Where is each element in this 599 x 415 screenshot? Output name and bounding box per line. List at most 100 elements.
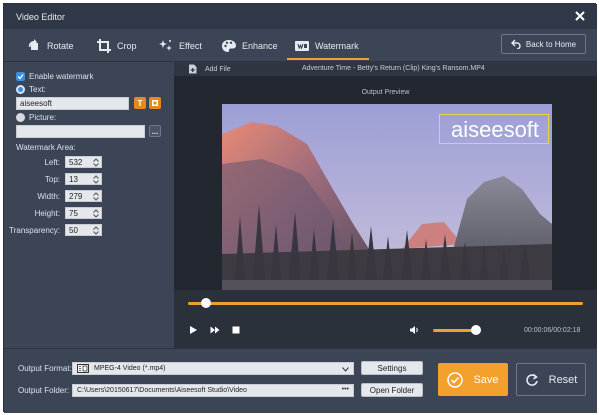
video-format-icon [77, 364, 89, 373]
picture-browse-button[interactable]: ... [149, 125, 161, 137]
title-bar: Video Editor [4, 4, 597, 29]
tab-enhance[interactable]: Enhance [221, 35, 278, 57]
stepper-arrows-icon[interactable] [93, 209, 99, 218]
top-label: Top: [44, 175, 60, 184]
tab-crop-label: Crop [117, 41, 137, 51]
chevron-down-icon[interactable] [342, 367, 349, 372]
tab-crop[interactable]: Crop [96, 35, 137, 57]
width-label: Width: [37, 192, 60, 201]
transparency-label: Transparency: [9, 226, 60, 235]
text-radio[interactable] [16, 85, 25, 94]
volume-handle[interactable] [471, 325, 481, 335]
tab-enhance-label: Enhance [242, 41, 278, 51]
volume-icon[interactable] [409, 325, 419, 335]
preview-header: Add File Adventure Time - Betty's Return… [174, 62, 597, 76]
height-label: Height: [34, 209, 60, 218]
browse-folder-button[interactable]: ••• [342, 386, 349, 393]
reset-icon [525, 373, 538, 386]
add-file-icon [189, 64, 197, 74]
close-icon[interactable] [573, 9, 587, 23]
text-font-button[interactable]: T [134, 97, 146, 109]
rotate-icon [28, 39, 38, 50]
top-value: 13 [69, 174, 78, 184]
picture-radio[interactable] [16, 113, 25, 122]
video-preview[interactable]: aiseesoft [222, 104, 552, 290]
text-option-row: Text: [16, 85, 46, 94]
stepper-arrows-icon[interactable] [93, 175, 99, 184]
crop-icon [97, 39, 111, 53]
tab-rotate-label: Rotate [47, 41, 74, 51]
open-folder-button[interactable]: Open Folder [361, 383, 423, 397]
output-format-label: Output Format: [18, 364, 72, 373]
output-folder-value: C:\Users\20150617\Documents\Aiseesoft St… [77, 387, 247, 394]
add-file-label: Add File [205, 65, 231, 73]
window-title: Video Editor [16, 12, 65, 22]
back-to-home-button[interactable]: Back to Home [501, 34, 586, 54]
left-stepper[interactable]: 532 [65, 156, 102, 168]
height-value: 75 [69, 208, 78, 218]
picture-option-row: Picture: [16, 113, 56, 122]
output-format-select[interactable]: MPEG-4 Video (*.mp4) [72, 362, 354, 375]
color-palette-icon [152, 100, 158, 106]
tab-effect-label: Effect [179, 41, 202, 51]
tab-watermark-label: Watermark [315, 41, 359, 51]
player-controls: 00:00:06/00:02:18 [174, 290, 597, 348]
settings-button[interactable]: Settings [361, 361, 423, 375]
left-value: 532 [69, 157, 83, 167]
enhance-icon [222, 40, 236, 52]
width-value: 279 [69, 191, 83, 201]
back-to-home-label: Back to Home [525, 39, 577, 49]
height-stepper[interactable]: 75 [65, 207, 102, 219]
progress-handle[interactable] [201, 298, 211, 308]
watermark-overlay-text: aiseesoft [450, 117, 540, 142]
check-icon [17, 74, 24, 80]
text-color-button[interactable] [149, 97, 161, 109]
enable-watermark-label: Enable watermark [29, 72, 94, 81]
effect-icon [159, 40, 172, 51]
video-editor-window: Video Editor Rotate Crop Effect Enhance … [3, 3, 597, 413]
timecode: 00:00:06/00:02:18 [524, 327, 581, 334]
save-button[interactable]: Save [438, 363, 508, 396]
output-panel: Output Format: MPEG-4 Video (*.mp4) Sett… [4, 348, 597, 413]
enable-watermark-row: Enable watermark [16, 72, 93, 81]
watermark-settings-panel: Enable watermark Text: aiseesoft T Pictu… [4, 62, 174, 348]
text-option-label: Text: [29, 85, 46, 94]
back-arrow-icon [510, 39, 521, 49]
stepper-arrows-icon[interactable] [93, 158, 99, 167]
play-icon[interactable] [188, 325, 198, 335]
settings-label: Settings [377, 363, 407, 373]
width-stepper[interactable]: 279 [65, 190, 102, 202]
stepper-arrows-icon[interactable] [93, 226, 99, 235]
tab-rotate[interactable]: Rotate [26, 35, 74, 57]
watermark-area-label: Watermark Area: [16, 143, 76, 152]
watermark-text-input[interactable]: aiseesoft [16, 97, 129, 110]
watermark-icon [295, 41, 309, 51]
stop-icon[interactable] [231, 325, 241, 335]
progress-bar[interactable] [188, 302, 583, 305]
enable-watermark-checkbox[interactable] [16, 72, 25, 81]
current-filename: Adventure Time - Betty's Return (Clip) K… [302, 65, 485, 72]
tab-watermark[interactable]: Watermark [294, 35, 359, 57]
stepper-arrows-icon[interactable] [93, 192, 99, 201]
left-label: Left: [44, 158, 60, 167]
toolbar: Rotate Crop Effect Enhance Watermark Bac… [4, 29, 597, 62]
transparency-stepper[interactable]: 50 [65, 224, 102, 236]
transparency-value: 50 [69, 225, 78, 235]
picture-option-label: Picture: [29, 113, 57, 122]
open-folder-label: Open Folder [369, 385, 415, 395]
reset-label: Reset [548, 373, 578, 386]
watermark-overlay-box[interactable]: aiseesoft [439, 114, 549, 144]
check-circle-icon [447, 371, 464, 388]
output-folder-input[interactable]: C:\Users\20150617\Documents\Aiseesoft St… [72, 384, 354, 397]
preview-area: Add File Adventure Time - Betty's Return… [174, 62, 597, 290]
picture-path-input[interactable] [16, 125, 145, 138]
active-tab-indicator [287, 58, 369, 60]
fast-forward-icon[interactable] [210, 325, 220, 335]
output-folder-label: Output Folder: [18, 386, 70, 395]
reset-button[interactable]: Reset [516, 363, 586, 396]
add-file-button[interactable]: Add File [188, 64, 231, 74]
tab-effect[interactable]: Effect [158, 35, 202, 57]
output-format-value: MPEG-4 Video (*.mp4) [94, 365, 166, 372]
top-stepper[interactable]: 13 [65, 173, 102, 185]
output-preview-label: Output Preview [361, 89, 410, 96]
